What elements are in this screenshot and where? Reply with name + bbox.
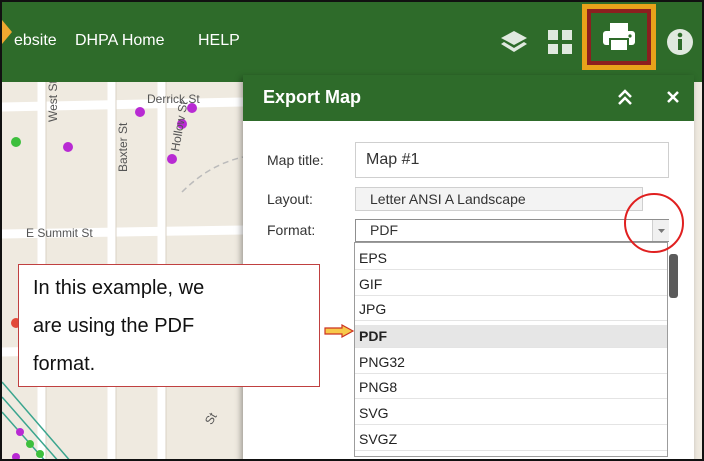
callout-box: In this example, we are using the PDF fo… <box>18 264 320 387</box>
screenshot-frame: Derrick St West St Baxter St Hollow St E… <box>0 0 704 461</box>
layout-label: Layout: <box>267 191 313 207</box>
info-icon[interactable] <box>658 20 702 64</box>
layout-select[interactable]: Letter ANSI A Landscape <box>355 187 643 211</box>
arrow-annotation <box>2 20 12 44</box>
street-label: Derrick St <box>147 92 200 106</box>
map-title-label: Map title: <box>267 152 324 168</box>
map-title-input[interactable]: Map #1 <box>355 142 669 178</box>
callout-text: In this example, we <box>33 277 205 299</box>
callout-text: are using the PDF <box>33 315 195 337</box>
dropdown-highlight-circle <box>624 193 684 253</box>
panel-header: Export Map <box>243 75 694 121</box>
website-link[interactable]: ebsite <box>14 32 57 50</box>
format-option-gif[interactable]: GIF <box>355 273 667 296</box>
format-option-svg[interactable]: SVG <box>355 402 667 425</box>
street-label: West St <box>46 80 60 122</box>
format-option-png32[interactable]: PNG32 <box>355 351 667 374</box>
format-option-png8[interactable]: PNG8 <box>355 376 667 399</box>
panel-title: Export Map <box>263 87 362 107</box>
scrollbar-thumb[interactable] <box>669 254 678 298</box>
format-dropdown-list: EPS GIF JPG PDF PNG32 PNG8 SVG SVGZ <box>354 242 668 457</box>
header-bar: ebsite DHPA Home HELP <box>2 2 702 82</box>
format-select-value: PDF <box>370 222 398 238</box>
print-icon[interactable] <box>591 13 647 61</box>
help-link[interactable]: HELP <box>198 32 240 50</box>
grid-icon[interactable] <box>538 20 582 64</box>
callout-arrow <box>324 324 354 338</box>
collapse-icon[interactable] <box>615 88 635 108</box>
format-select[interactable]: PDF <box>355 219 669 242</box>
dhpa-home-link[interactable]: DHPA Home <box>75 32 165 50</box>
print-button-highlight[interactable] <box>582 4 656 70</box>
layers-icon[interactable] <box>492 20 536 64</box>
format-label: Format: <box>267 222 316 238</box>
format-option-eps[interactable]: EPS <box>355 247 667 270</box>
street-label: Baxter St <box>116 122 130 172</box>
callout-text: format. <box>33 353 96 375</box>
close-icon[interactable] <box>663 87 683 107</box>
format-option-jpg[interactable]: JPG <box>355 298 667 321</box>
street-label: E Summit St <box>26 226 93 240</box>
format-option-svgz[interactable]: SVGZ <box>355 428 667 451</box>
format-option-pdf[interactable]: PDF <box>355 325 667 348</box>
